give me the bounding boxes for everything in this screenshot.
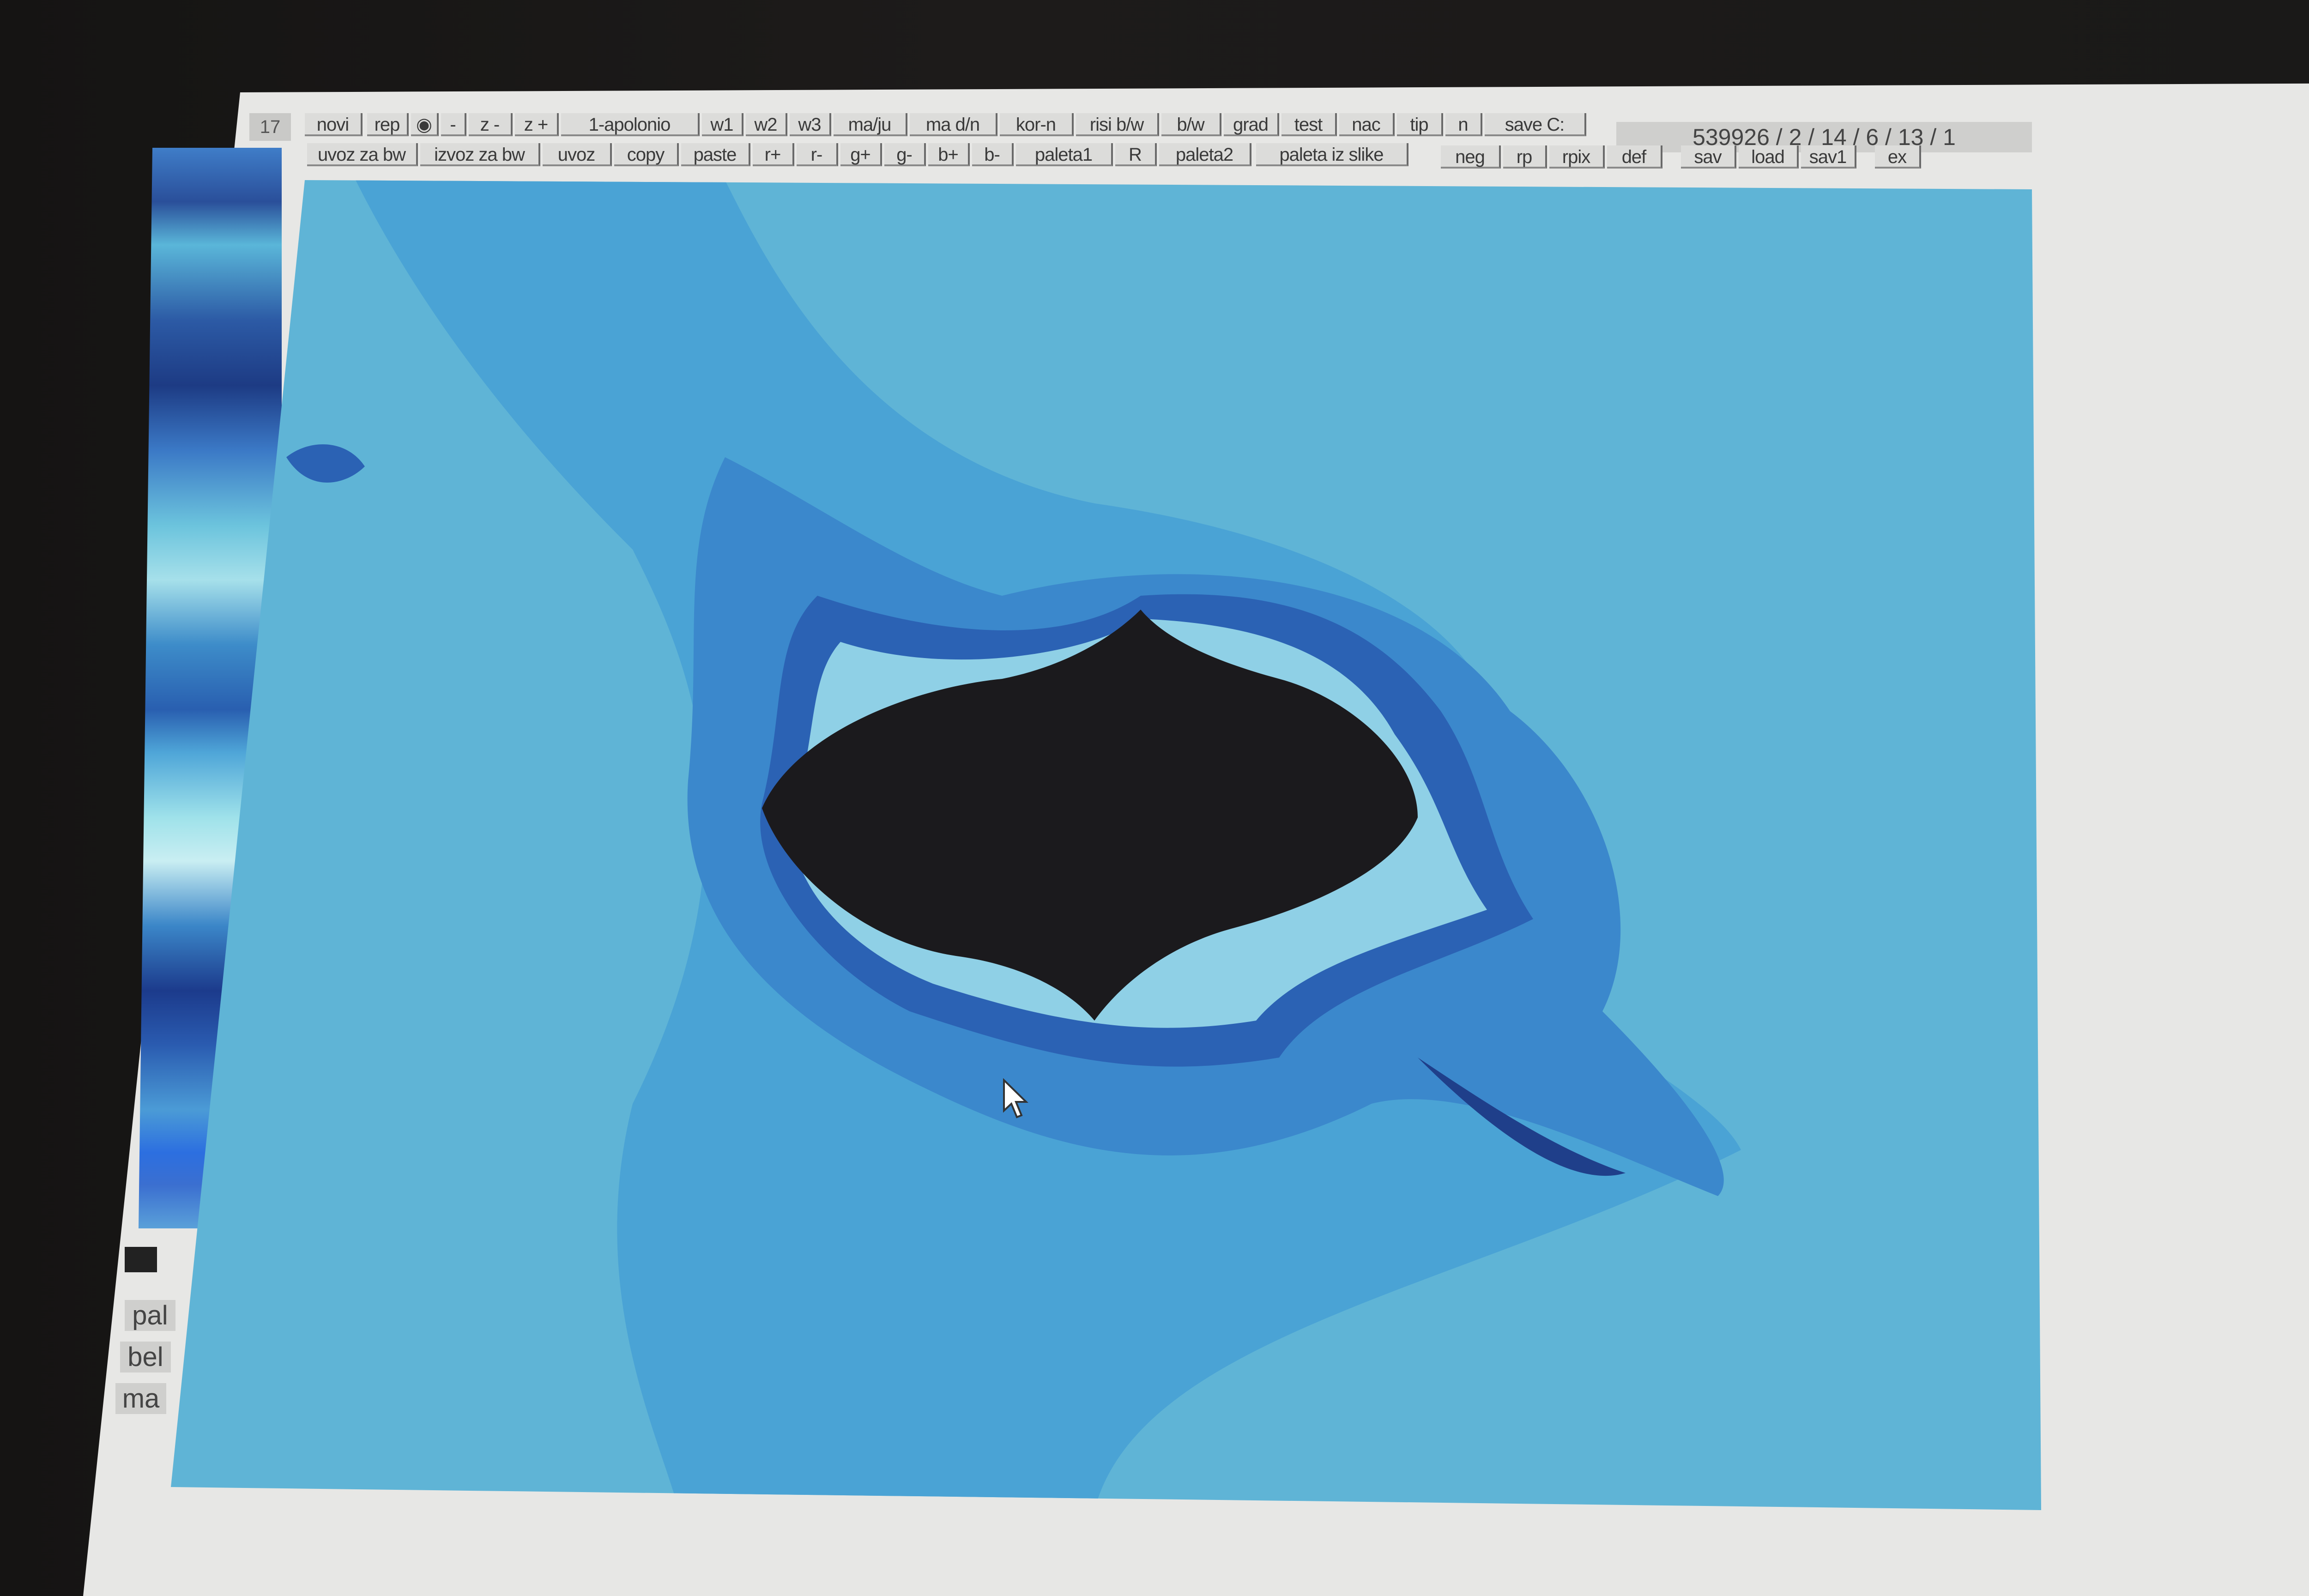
w2-button[interactable]: w2 bbox=[746, 113, 787, 136]
ex-button[interactable]: ex bbox=[1875, 145, 1921, 169]
ma-ju-button[interactable]: ma/ju bbox=[834, 113, 907, 136]
kor-n-button[interactable]: kor-n bbox=[1000, 113, 1074, 136]
uvoz-button[interactable]: uvoz bbox=[543, 143, 612, 166]
zoom-out-button[interactable]: z - bbox=[469, 113, 513, 136]
paleta2-button[interactable]: paleta2 bbox=[1159, 143, 1251, 166]
pal-button[interactable]: pal bbox=[125, 1300, 175, 1331]
load-button[interactable]: load bbox=[1739, 145, 1799, 169]
red-plus-button[interactable]: r+ bbox=[753, 143, 794, 166]
paste-button[interactable]: paste bbox=[681, 143, 750, 166]
paleta-iz-slike-button[interactable]: paleta iz slike bbox=[1256, 143, 1408, 166]
izvoz-za-bw-button[interactable]: izvoz za bw bbox=[420, 143, 540, 166]
bw-button[interactable]: b/w bbox=[1161, 113, 1221, 136]
test-button[interactable]: test bbox=[1281, 113, 1337, 136]
fractal-canvas[interactable] bbox=[171, 180, 2041, 1510]
green-plus-button[interactable]: g+ bbox=[840, 143, 882, 166]
w3-button[interactable]: w3 bbox=[790, 113, 831, 136]
blue-minus-button[interactable]: b- bbox=[972, 143, 1014, 166]
green-minus-button[interactable]: g- bbox=[884, 143, 926, 166]
color-swatch bbox=[125, 1247, 157, 1272]
target-icon[interactable]: ◉ bbox=[411, 113, 439, 136]
tip-button[interactable]: tip bbox=[1397, 113, 1443, 136]
def-button[interactable]: def bbox=[1607, 145, 1662, 169]
grad-button[interactable]: grad bbox=[1224, 113, 1279, 136]
n-button[interactable]: n bbox=[1445, 113, 1482, 136]
bel-button[interactable]: bel bbox=[120, 1342, 171, 1372]
nac-button[interactable]: nac bbox=[1339, 113, 1395, 136]
ma-button[interactable]: ma bbox=[115, 1383, 166, 1414]
rep-button[interactable]: rep bbox=[367, 113, 409, 136]
sav1-button[interactable]: sav1 bbox=[1801, 145, 1856, 169]
sav-button[interactable]: sav bbox=[1681, 145, 1736, 169]
mouse-pointer-icon bbox=[1002, 1078, 1030, 1122]
copy-button[interactable]: copy bbox=[614, 143, 679, 166]
novi-button[interactable]: novi bbox=[305, 113, 363, 136]
r-button[interactable]: R bbox=[1115, 143, 1157, 166]
red-minus-button[interactable]: r- bbox=[797, 143, 838, 166]
w1-button[interactable]: w1 bbox=[702, 113, 743, 136]
uvoz-za-bw-button[interactable]: uvoz za bw bbox=[307, 143, 418, 166]
zoom-in-button[interactable]: z + bbox=[515, 113, 559, 136]
fractal-select-button[interactable]: 1-apolonio bbox=[561, 113, 700, 136]
ma-dn-button[interactable]: ma d/n bbox=[910, 113, 997, 136]
paleta1-button[interactable]: paleta1 bbox=[1016, 143, 1113, 166]
frame-counter: 17 bbox=[249, 113, 291, 141]
rpix-button[interactable]: rpix bbox=[1549, 145, 1605, 169]
toolbar: 17 novi rep ◉ - z - z + 1-apolonio w1 w2… bbox=[0, 0, 2309, 194]
rp-button[interactable]: rp bbox=[1503, 145, 1547, 169]
minus-button[interactable]: - bbox=[441, 113, 466, 136]
save-c-button[interactable]: save C: bbox=[1485, 113, 1586, 136]
blue-plus-button[interactable]: b+ bbox=[928, 143, 970, 166]
risi-bw-button[interactable]: risi b/w bbox=[1076, 113, 1159, 136]
neg-button[interactable]: neg bbox=[1441, 145, 1501, 169]
